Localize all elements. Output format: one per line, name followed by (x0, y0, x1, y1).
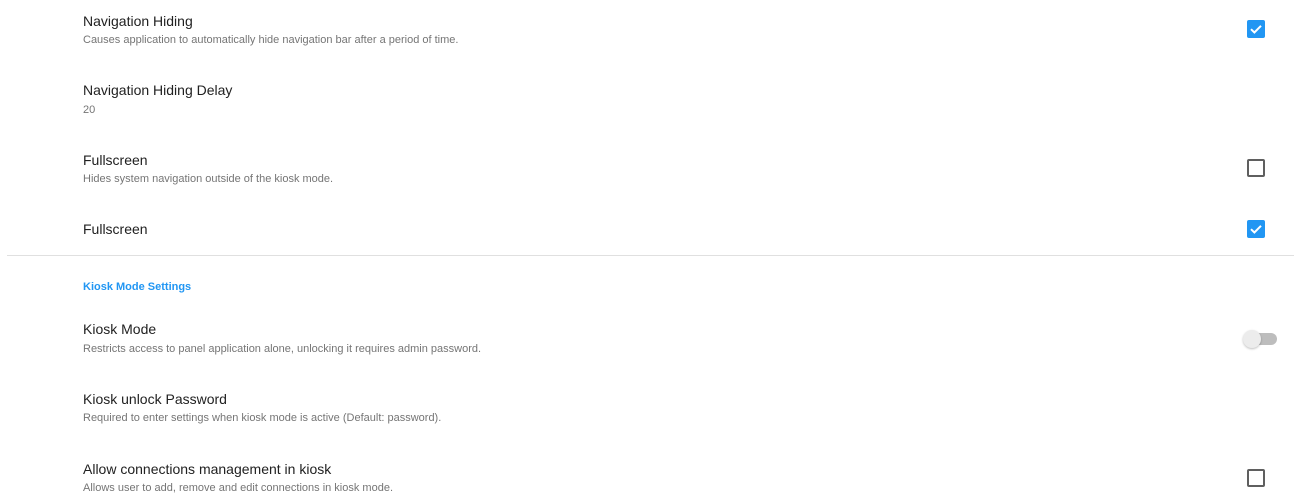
checkmark-icon (1250, 225, 1262, 234)
pref-title: Kiosk Mode (83, 321, 157, 337)
pref-summary: Allows user to add, remove and edit conn… (83, 482, 393, 494)
pref-title: Navigation Hiding (83, 13, 193, 29)
pref-title: Navigation Hiding Delay (83, 82, 233, 98)
navigation-hiding-checkbox[interactable] (1247, 20, 1265, 38)
pref-kiosk-mode[interactable]: Kiosk Mode Restricts access to panel app… (0, 310, 1294, 370)
pref-kiosk-unlock-password[interactable]: Kiosk unlock Password Required to enter … (0, 380, 1294, 440)
pref-summary: 20 (83, 104, 96, 116)
pref-summary: Required to enter settings when kiosk mo… (83, 412, 442, 424)
section-divider (7, 255, 1294, 256)
pref-title: Allow connections management in kiosk (83, 461, 332, 477)
pref-navigation-hiding-delay[interactable]: Navigation Hiding Delay 20 (0, 70, 1294, 130)
pref-fullscreen-2[interactable]: Fullscreen (0, 205, 1294, 253)
pref-fullscreen[interactable]: Fullscreen Hides system navigation outsi… (0, 140, 1294, 200)
switch-thumb (1243, 330, 1261, 348)
settings-screen: Navigation Hiding Causes application to … (0, 0, 1294, 495)
allow-connections-checkbox[interactable] (1247, 469, 1265, 487)
pref-navigation-hiding[interactable]: Navigation Hiding Causes application to … (0, 0, 1294, 60)
pref-title: Fullscreen (83, 152, 148, 168)
pref-summary: Restricts access to panel application al… (83, 343, 482, 355)
category-header-kiosk: Kiosk Mode Settings (83, 281, 192, 293)
kiosk-mode-switch[interactable] (1243, 329, 1278, 349)
checkmark-icon (1250, 25, 1262, 34)
pref-summary: Hides system navigation outside of the k… (83, 173, 334, 185)
pref-allow-connections-management[interactable]: Allow connections management in kiosk Al… (0, 450, 1294, 495)
pref-title: Kiosk unlock Password (83, 391, 227, 407)
fullscreen-checkbox[interactable] (1247, 159, 1265, 177)
pref-summary: Causes application to automatically hide… (83, 34, 459, 46)
pref-title: Fullscreen (83, 221, 148, 237)
fullscreen-2-checkbox[interactable] (1247, 220, 1265, 238)
